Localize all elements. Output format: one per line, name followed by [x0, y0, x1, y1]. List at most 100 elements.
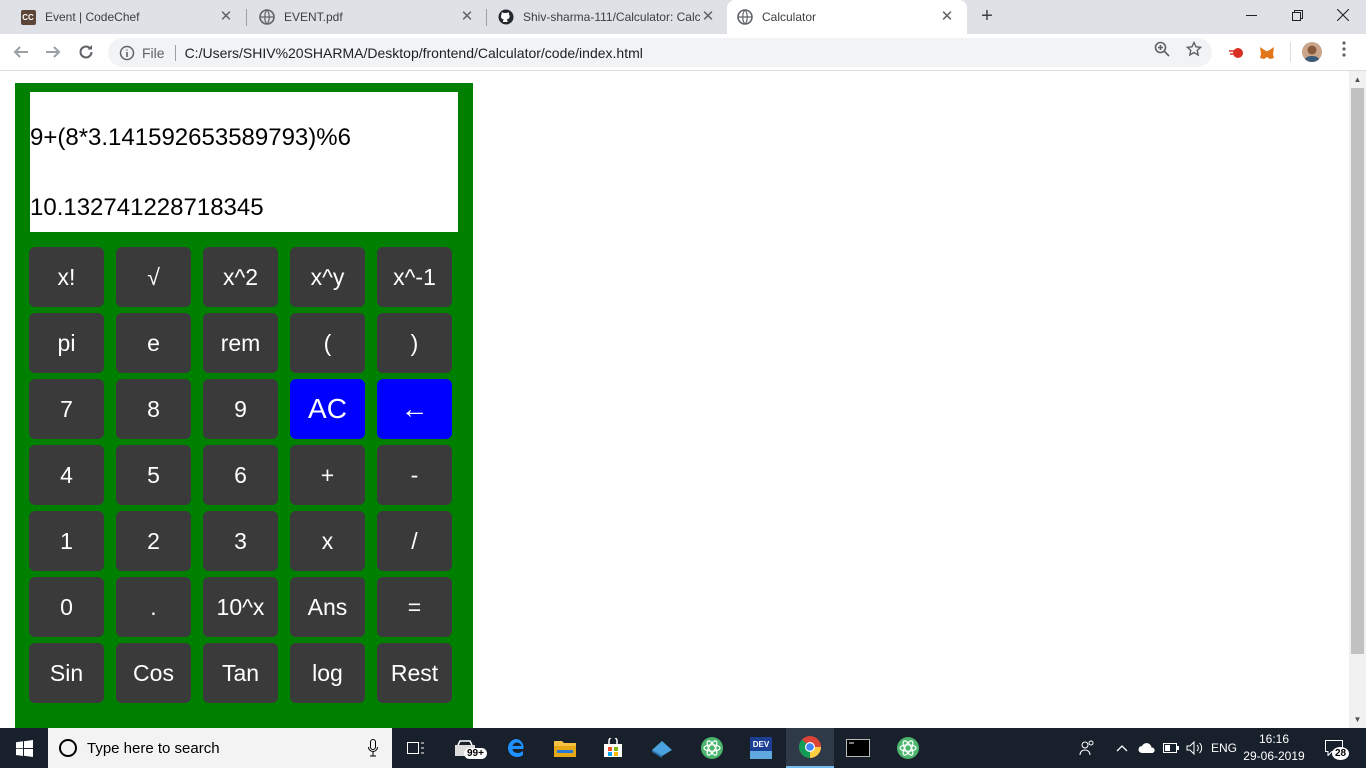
language-indicator[interactable]: ENG [1209, 728, 1239, 768]
task-view-icon[interactable] [392, 728, 440, 768]
decimal-key[interactable]: . [116, 577, 191, 637]
chevron-up-icon[interactable] [1114, 728, 1130, 768]
log-key[interactable]: log [290, 643, 365, 703]
windows-taskbar: Type here to search 99+ DEV ENG 16:16 29… [0, 728, 1366, 768]
volume-icon[interactable] [1184, 728, 1206, 768]
people-icon[interactable] [1076, 728, 1098, 768]
windows-logo-icon [15, 739, 33, 757]
digit-0-key[interactable]: 0 [29, 577, 104, 637]
close-tab-icon[interactable]: ✕ [700, 9, 716, 25]
divider [174, 44, 176, 61]
power-key[interactable]: x^y [290, 247, 365, 307]
calculator-display: 9+(8*3.141592653589793)%6 10.13274122871… [30, 92, 458, 232]
new-tab-button[interactable]: + [976, 5, 998, 27]
scroll-down-arrow-icon[interactable]: ▼ [1349, 711, 1366, 728]
reset-key[interactable]: Rest [377, 643, 452, 703]
zoom-icon[interactable] [1153, 40, 1171, 58]
digit-2-key[interactable]: 2 [116, 511, 191, 571]
forward-button[interactable] [40, 39, 66, 65]
all-clear-button[interactable]: AC [290, 379, 365, 439]
address-bar[interactable]: File C:/Users/SHIV%20SHARMA/Desktop/fron… [108, 38, 1212, 67]
edge-icon[interactable] [493, 728, 541, 768]
terminal-icon[interactable] [834, 728, 882, 768]
file-explorer-icon[interactable] [541, 728, 589, 768]
sqrt-key[interactable]: √ [116, 247, 191, 307]
close-tab-icon[interactable]: ✕ [459, 9, 475, 25]
e-key[interactable]: e [116, 313, 191, 373]
close-window-button[interactable] [1320, 0, 1366, 30]
tab-title: Event | CodeChef [45, 10, 140, 24]
restore-button[interactable] [1274, 0, 1320, 30]
back-button[interactable] [8, 39, 34, 65]
extension-icon[interactable] [1228, 44, 1246, 62]
answer-key[interactable]: Ans [290, 577, 365, 637]
digit-4-key[interactable]: 4 [29, 445, 104, 505]
store-bag-icon[interactable] [589, 728, 637, 768]
restore-icon [1291, 9, 1303, 21]
tab-title: EVENT.pdf [284, 10, 343, 24]
url-text[interactable]: C:/Users/SHIV%20SHARMA/Desktop/frontend/… [185, 45, 1212, 61]
chrome-icon[interactable] [786, 728, 834, 768]
close-tab-icon[interactable]: ✕ [939, 9, 955, 25]
menu-kebab-icon[interactable] [1335, 40, 1353, 58]
backspace-button[interactable]: ← [377, 379, 452, 439]
subtract-key[interactable]: - [377, 445, 452, 505]
atom-icon[interactable] [688, 728, 736, 768]
sin-key[interactable]: Sin [29, 643, 104, 703]
metamask-icon[interactable] [1258, 44, 1276, 62]
scrollbar-thumb[interactable] [1351, 88, 1364, 654]
ten-power-key[interactable]: 10^x [203, 577, 278, 637]
tab-github[interactable]: Shiv-sharma-111/Calculator: Calc ✕ [478, 0, 728, 34]
tan-key[interactable]: Tan [203, 643, 278, 703]
bookmark-star-icon[interactable] [1185, 40, 1203, 58]
digit-5-key[interactable]: 5 [116, 445, 191, 505]
page-viewport: 9+(8*3.141592653589793)%6 10.13274122871… [0, 71, 1366, 728]
digit-9-key[interactable]: 9 [203, 379, 278, 439]
toolbar-divider [1290, 42, 1291, 62]
codechef-icon: CC [20, 9, 36, 25]
taskbar-search[interactable]: Type here to search [48, 728, 392, 768]
open-paren-key[interactable]: ( [290, 313, 365, 373]
tab-calculator[interactable]: Calculator ✕ [727, 0, 967, 34]
start-button[interactable] [0, 728, 48, 768]
cos-key[interactable]: Cos [116, 643, 191, 703]
reciprocal-key[interactable]: x^-1 [377, 247, 452, 307]
taskbar-clock[interactable]: 16:16 29-06-2019 [1242, 731, 1306, 765]
calculator: 9+(8*3.141592653589793)%6 10.13274122871… [15, 83, 473, 728]
reload-button[interactable] [73, 39, 99, 65]
atom-icon-2[interactable] [884, 728, 932, 768]
minimize-button[interactable] [1228, 0, 1274, 30]
factorial-key[interactable]: x! [29, 247, 104, 307]
square-key[interactable]: x^2 [203, 247, 278, 307]
github-icon [498, 9, 514, 25]
computer-icon[interactable] [638, 728, 686, 768]
dev-cpp-icon[interactable]: DEV [737, 728, 785, 768]
scroll-up-arrow-icon[interactable]: ▲ [1349, 71, 1366, 88]
notification-center-icon[interactable]: 28 [1320, 728, 1350, 768]
pi-key[interactable]: pi [29, 313, 104, 373]
profile-avatar[interactable] [1302, 42, 1322, 62]
tab-codechef[interactable]: CC Event | CodeChef ✕ [0, 0, 246, 34]
add-key[interactable]: + [290, 445, 365, 505]
info-icon[interactable] [119, 45, 135, 61]
digit-1-key[interactable]: 1 [29, 511, 104, 571]
rem-key[interactable]: rem [203, 313, 278, 373]
close-paren-key[interactable]: ) [377, 313, 452, 373]
onedrive-icon[interactable] [1136, 728, 1158, 768]
digit-8-key[interactable]: 8 [116, 379, 191, 439]
digit-6-key[interactable]: 6 [203, 445, 278, 505]
battery-icon[interactable] [1160, 728, 1182, 768]
multiply-key[interactable]: x [290, 511, 365, 571]
expression-display: 9+(8*3.141592653589793)%6 [30, 124, 351, 151]
scheme-label: File [142, 44, 165, 61]
tab-event-pdf[interactable]: EVENT.pdf ✕ [239, 0, 487, 34]
digit-7-key[interactable]: 7 [29, 379, 104, 439]
equals-key[interactable]: = [377, 577, 452, 637]
divide-key[interactable]: / [377, 511, 452, 571]
store-icon[interactable]: 99+ [441, 728, 489, 768]
tab-title: Calculator [762, 10, 817, 24]
close-tab-icon[interactable]: ✕ [218, 9, 234, 25]
close-icon [1337, 9, 1349, 21]
digit-3-key[interactable]: 3 [203, 511, 278, 571]
microphone-icon[interactable] [368, 739, 378, 757]
